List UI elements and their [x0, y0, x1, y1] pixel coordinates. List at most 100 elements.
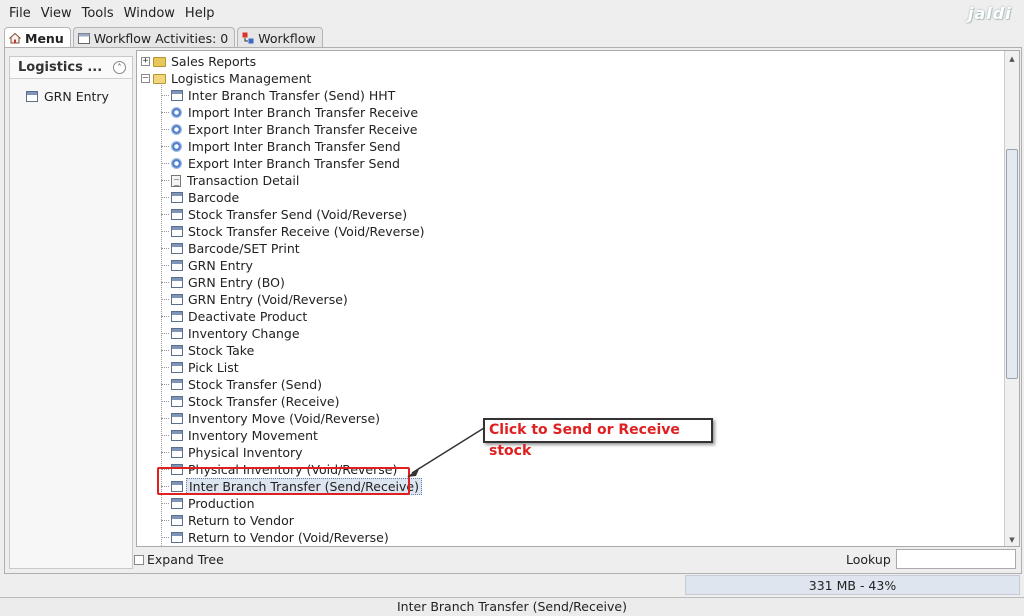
tree-item-label: Transaction Detail — [187, 173, 300, 188]
tree-connector — [161, 333, 169, 334]
open-folder-icon — [153, 73, 166, 84]
tree-item-label: Barcode/SET Print — [188, 241, 300, 256]
tree-item[interactable]: GRN Entry — [161, 257, 255, 274]
tree-item[interactable]: Return to Vendor (Void/Reverse) — [161, 529, 391, 546]
tree-item-label: Export Inter Branch Transfer Send — [188, 156, 400, 171]
window-icon — [26, 90, 38, 102]
menu-view[interactable]: View — [36, 0, 77, 26]
tree-item[interactable]: Sub Department Transfer — [161, 546, 348, 547]
window-icon — [171, 277, 183, 288]
tree-item[interactable]: Barcode/SET Print — [161, 240, 302, 257]
tree-connector — [161, 197, 169, 198]
tree-connector — [161, 520, 169, 521]
window-icon — [171, 311, 183, 322]
tree-item[interactable]: Barcode — [161, 189, 241, 206]
scroll-thumb[interactable] — [1006, 149, 1018, 379]
tree-connector — [161, 316, 169, 317]
tree-item[interactable]: GRN Entry (Void/Reverse) — [161, 291, 350, 308]
tab-menu[interactable]: Menu — [4, 27, 71, 48]
checkbox-icon[interactable] — [134, 554, 144, 565]
tree-folder-sales-reports[interactable]: + Sales Reports — [141, 53, 258, 70]
tree-connector — [161, 163, 169, 164]
tree-item[interactable]: Export Inter Branch Transfer Send — [161, 155, 402, 172]
tree-connector — [161, 367, 169, 368]
expand-icon[interactable]: + — [141, 57, 150, 66]
tree-item[interactable]: Stock Transfer (Send) — [161, 376, 324, 393]
tree-item[interactable]: Physical Inventory — [161, 444, 305, 461]
tree-folder-logistics-management[interactable]: – Logistics Management — [141, 70, 313, 87]
window-icon — [171, 345, 183, 356]
tree-item[interactable]: Import Inter Branch Transfer Receive — [161, 104, 420, 121]
window-icon — [171, 362, 183, 373]
tree-connector — [161, 248, 169, 249]
tree-item[interactable]: Stock Transfer (Receive) — [161, 393, 342, 410]
tree-connector — [161, 435, 169, 436]
tree-item[interactable]: Inter Branch Transfer (Send) HHT — [161, 87, 397, 104]
memory-indicator[interactable]: 331 MB - 43% — [685, 575, 1020, 595]
tree-item-label: GRN Entry (Void/Reverse) — [188, 292, 348, 307]
home-icon — [8, 32, 22, 44]
gear-icon — [171, 107, 182, 118]
tree-item[interactable]: Deactivate Product — [161, 308, 309, 325]
tree-item-label: Return to Vendor (Void/Reverse) — [188, 530, 389, 545]
collapse-icon[interactable]: – — [141, 74, 150, 83]
tree-connector — [161, 503, 169, 504]
menu-help[interactable]: Help — [180, 0, 220, 26]
tree-item[interactable]: Stock Take — [161, 342, 256, 359]
tree-item-label: GRN Entry (BO) — [188, 275, 285, 290]
gear-icon — [171, 124, 182, 135]
collapse-icon[interactable]: ˄ — [113, 61, 126, 74]
favorites-panel: Logistics ... ˄ GRN Entry — [9, 56, 133, 569]
app-logo: jaldi — [968, 4, 1012, 23]
menu-window[interactable]: Window — [119, 0, 180, 26]
tree-item[interactable]: Export Inter Branch Transfer Receive — [161, 121, 419, 138]
window-icon — [171, 328, 183, 339]
tab-workflow-activities[interactable]: Workflow Activities: 0 — [72, 27, 236, 48]
folder-icon — [153, 56, 166, 67]
tree-connector — [161, 231, 169, 232]
tree-item-label: Stock Transfer (Receive) — [188, 394, 340, 409]
scroll-down-icon[interactable]: ▼ — [1006, 534, 1018, 546]
tree-item[interactable]: Inventory Move (Void/Reverse) — [161, 410, 382, 427]
tree-folder-label: Logistics Management — [171, 71, 312, 86]
tree-item[interactable]: Transaction Detail — [161, 172, 301, 189]
window-icon — [171, 209, 183, 220]
window-icon — [171, 498, 183, 509]
window-icon — [171, 243, 183, 254]
tree-item[interactable]: Pick List — [161, 359, 241, 376]
menu-panel: Logistics ... ˄ GRN Entry + Sales Report… — [4, 47, 1022, 574]
tree-item-label: Pick List — [188, 360, 239, 375]
tree-item-label: Production — [188, 496, 255, 511]
tree-item[interactable]: Import Inter Branch Transfer Send — [161, 138, 403, 155]
tree-item-label: Export Inter Branch Transfer Receive — [188, 122, 418, 137]
menu-file[interactable]: File — [4, 0, 36, 26]
tree-item[interactable]: Stock Transfer Receive (Void/Reverse) — [161, 223, 427, 240]
tab-menu-label: Menu — [25, 30, 64, 46]
tree-item[interactable]: Production — [161, 495, 257, 512]
tree-item[interactable]: Stock Transfer Send (Void/Reverse) — [161, 206, 409, 223]
expand-tree-checkbox[interactable]: Expand Tree — [134, 552, 224, 567]
tree-item[interactable]: Inventory Change — [161, 325, 302, 342]
tree-item[interactable]: Inventory Movement — [161, 427, 320, 444]
tree-connector — [161, 350, 169, 351]
menu-tools[interactable]: Tools — [77, 0, 119, 26]
lookup-input[interactable] — [896, 549, 1016, 569]
tree-item[interactable]: GRN Entry (BO) — [161, 274, 287, 291]
window-icon — [171, 396, 183, 407]
favorite-item-grn-entry[interactable]: GRN Entry — [10, 88, 132, 104]
tree-item-label: Stock Take — [188, 343, 255, 358]
tree-connector — [161, 282, 169, 283]
scroll-up-icon[interactable]: ▲ — [1006, 53, 1018, 65]
tree-item-label: Inventory Change — [188, 326, 300, 341]
tree-item[interactable]: Return to Vendor — [161, 512, 296, 529]
tree-connector — [161, 452, 169, 453]
window-icon — [171, 532, 183, 543]
tree-connector — [161, 401, 169, 402]
gear-icon — [171, 158, 182, 169]
window-icon — [171, 447, 183, 458]
tab-workflow[interactable]: Workflow — [237, 27, 323, 48]
tree-connector — [161, 95, 169, 96]
tree-item-label: Inventory Move (Void/Reverse) — [188, 411, 381, 426]
tree-scrollbar[interactable]: ▲ ▼ — [1004, 51, 1019, 546]
tree-item-label: Return to Vendor — [188, 513, 294, 528]
